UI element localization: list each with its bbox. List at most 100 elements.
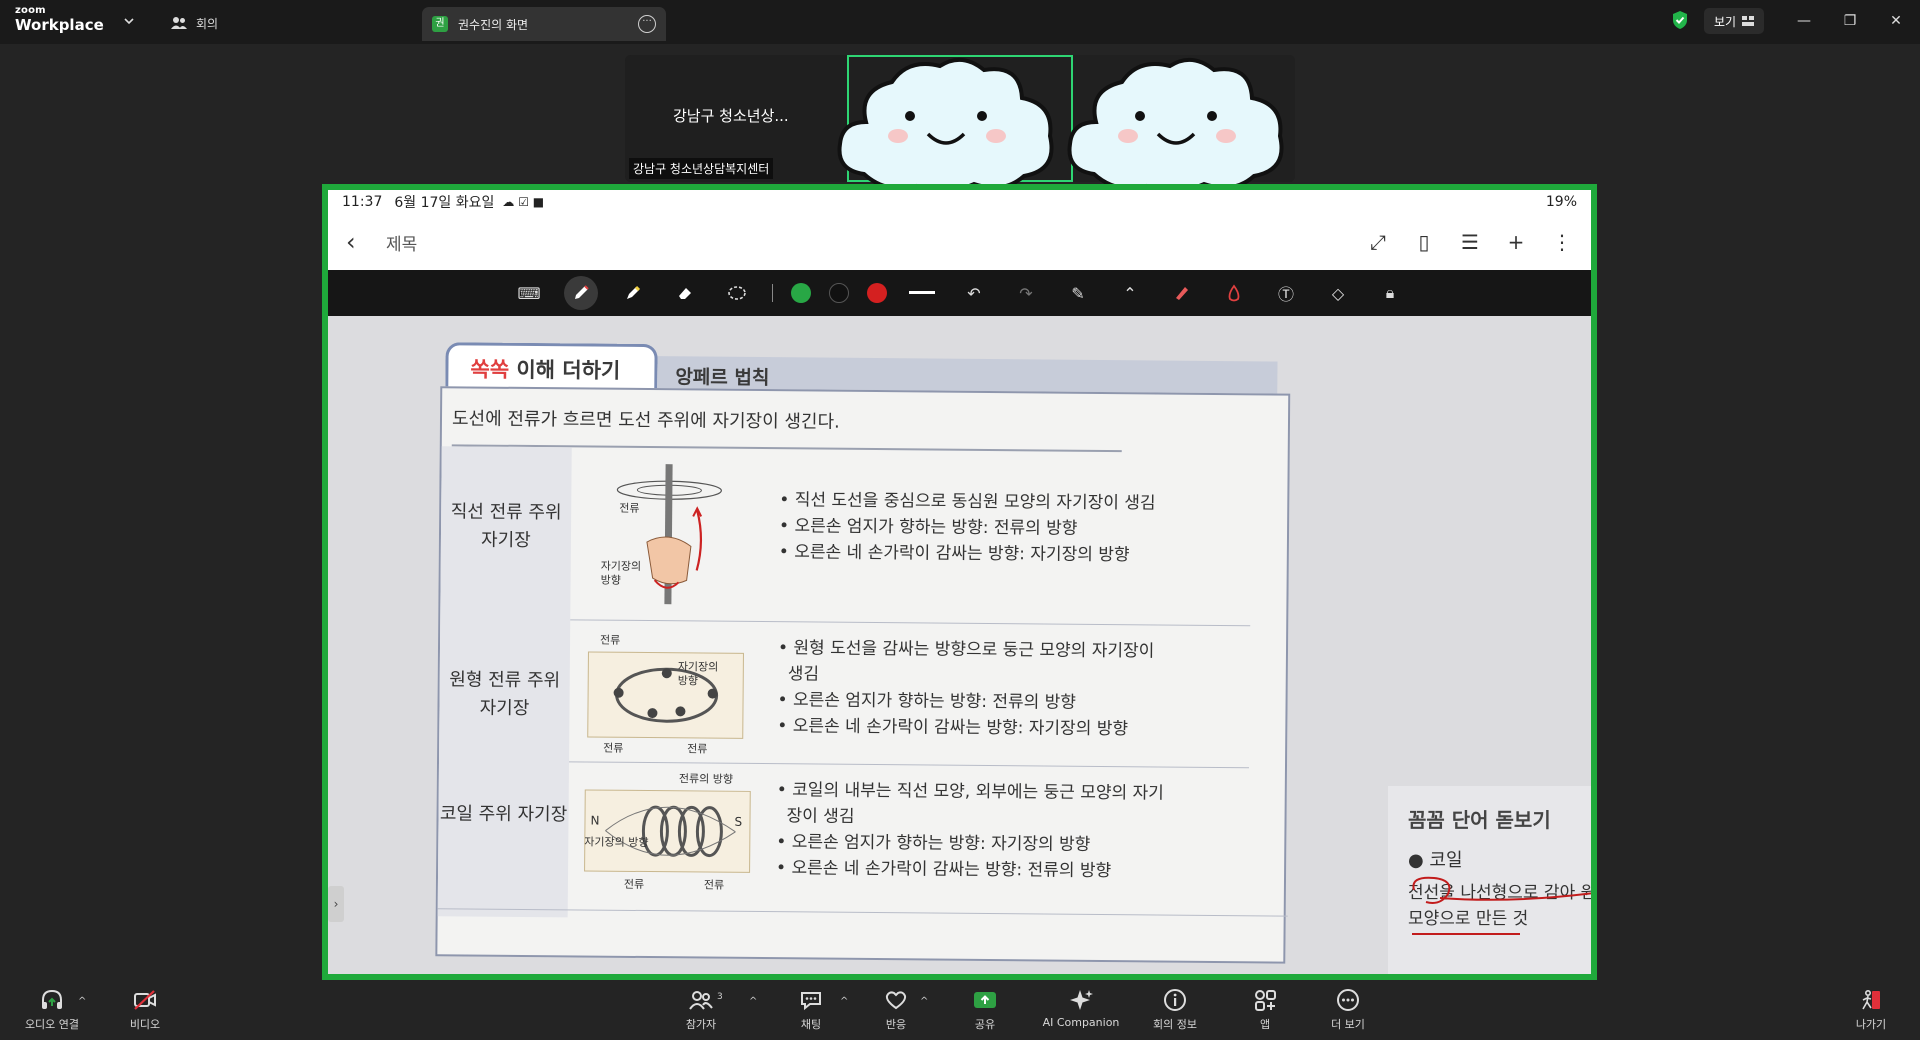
security-shield-icon[interactable] — [1671, 10, 1689, 30]
figure-label: 전류 — [600, 633, 621, 647]
share-label: 공유 — [974, 1018, 996, 1031]
apps-label: 앱 — [1259, 1018, 1271, 1031]
figure-label: 전류 — [687, 742, 708, 756]
shared-screen-view[interactable]: 11:37 6월 17일 화요일 ☁ ☑ ■ 19% ‹ 제목 ⤢ ▯ ☰ + … — [322, 184, 1597, 980]
participants-options-caret[interactable]: ^ — [749, 996, 757, 1007]
close-button[interactable]: ✕ — [1882, 8, 1910, 34]
section-tab-rest: 이해 더하기 — [508, 357, 621, 383]
tab-meeting-label: 회의 — [196, 16, 219, 31]
pen-toolbar: ⌨ ↶ ↷ ✎ ⌃ Ⓣ ◇ 🔒︎ — [328, 270, 1591, 316]
redo-icon[interactable]: ↷ — [1009, 276, 1043, 310]
expand-icon[interactable]: ⤢ — [1367, 231, 1389, 253]
brand-zoom: zoom — [15, 5, 46, 16]
audio-label: 오디오 연결 — [24, 1018, 80, 1031]
keyboard-icon[interactable]: ⌨ — [512, 276, 546, 310]
apps-icon — [1255, 990, 1276, 1011]
chevron-down-icon[interactable] — [122, 14, 136, 28]
desc-line: 장이 생김 — [786, 806, 855, 827]
color-black-swatch[interactable] — [829, 283, 849, 303]
view-button-label: 보기 — [1714, 14, 1737, 29]
desc-line: • 오른손 엄지가 향하는 방향: 전류의 방향 — [777, 690, 1077, 713]
reactions-button[interactable]: 반응 — [861, 988, 931, 1032]
brand-workplace: Workplace — [15, 16, 104, 34]
leave-button[interactable]: 나가기 — [1836, 988, 1906, 1032]
figure-label: 전류 — [603, 741, 624, 755]
ink-drop-icon[interactable] — [1217, 276, 1251, 310]
view-button[interactable]: 보기 — [1704, 8, 1765, 34]
chat-icon — [801, 992, 821, 1011]
tab-meeting[interactable]: 회의 — [170, 12, 218, 34]
heart-icon — [885, 991, 907, 1010]
pen-tool-icon[interactable] — [564, 276, 598, 310]
video-button[interactable]: 비디오 — [110, 988, 180, 1032]
video-tile-participant-1[interactable]: 강남구 청소년상... 강남구 청소년상담복지센터 — [625, 55, 847, 182]
audio-options-caret[interactable]: ^ — [78, 996, 86, 1007]
meeting-info-button[interactable]: 회의 정보 — [1140, 988, 1210, 1032]
lasso-icon[interactable] — [720, 276, 754, 310]
battery-level: 19% — [1545, 194, 1577, 210]
row-title-2: 원형 전류 주위 자기장 — [449, 669, 561, 720]
figure-label: 전류 — [703, 878, 725, 892]
eraser-icon[interactable] — [668, 276, 702, 310]
desc-line: • 원형 도선을 감싸는 방향으로 둥근 모양의 자기장이 — [777, 638, 1155, 662]
share-screen-button[interactable]: 공유 — [950, 988, 1020, 1032]
ai-companion-button[interactable]: AI Companion — [1033, 988, 1129, 1029]
apps-button[interactable]: 앱 — [1230, 988, 1300, 1032]
chat-options-caret[interactable]: ^ — [840, 996, 848, 1007]
figure-coil — [584, 789, 751, 873]
desc-line: • 오른손 엄지가 향하는 방향: 전류의 방향 — [778, 516, 1078, 539]
note-app-header: ‹ 제목 ⤢ ▯ ☰ + ⋮ — [328, 214, 1591, 270]
color-green-swatch[interactable] — [791, 283, 811, 303]
figure-straight-wire — [608, 460, 751, 611]
more-button[interactable]: 더 보기 — [1313, 988, 1383, 1032]
desc-line: 생김 — [787, 664, 820, 685]
figure-label: 자기장의 방향 — [677, 660, 719, 688]
undo-icon[interactable]: ↶ — [957, 276, 991, 310]
more-vertical-icon[interactable]: ⋮ — [1551, 231, 1573, 253]
participants-count: 3 — [717, 992, 723, 1002]
leave-icon — [1862, 989, 1880, 1010]
reactions-options-caret[interactable]: ^ — [920, 996, 928, 1007]
minimize-button[interactable]: — — [1790, 8, 1818, 34]
sharer-avatar-badge: 권 — [432, 16, 448, 32]
headphones-icon — [42, 989, 62, 1009]
red-ink-annotation — [1412, 876, 1591, 935]
leave-label: 나가기 — [1855, 1018, 1887, 1031]
text-box-icon[interactable]: Ⓣ — [1269, 276, 1303, 310]
participants-button[interactable]: 참가자 — [666, 988, 736, 1032]
tab-shared-screen[interactable]: 권 권수진의 화면 ··· — [422, 7, 666, 41]
zoom-workplace-logo[interactable]: zoom Workplace — [15, 6, 104, 33]
more-options-icon[interactable]: ··· — [638, 15, 656, 33]
pen-settings-icon[interactable]: ✎ — [1061, 276, 1095, 310]
row-3-description: • 코일의 내부는 직선 모양, 외부에는 둥근 모양의 자기 장이 생김 • … — [776, 777, 1164, 884]
stroke-width-icon[interactable] — [905, 276, 939, 310]
more-label: 더 보기 — [1331, 1018, 1365, 1031]
shapes-icon[interactable]: ◇ — [1321, 276, 1355, 310]
add-page-icon[interactable]: + — [1505, 231, 1527, 253]
audio-button[interactable]: 오디오 연결 — [16, 988, 88, 1032]
back-arrow-icon[interactable]: ‹ — [346, 228, 370, 256]
color-red-swatch[interactable] — [867, 283, 887, 303]
participants-label: 참가자 — [685, 1018, 717, 1031]
highlighter-icon[interactable] — [616, 276, 650, 310]
chat-button[interactable]: 채팅 — [776, 988, 846, 1032]
book-view-icon[interactable]: ▯ — [1413, 231, 1435, 253]
figure-label: 자기장의 방향 — [584, 835, 649, 850]
desc-line: • 오른손 네 손가락이 감싸는 방향: 자기장의 방향 — [778, 542, 1130, 566]
page-list-icon[interactable]: ☰ — [1459, 231, 1481, 253]
chat-label: 채팅 — [800, 1018, 822, 1031]
side-collapse-handle[interactable]: › — [328, 886, 344, 922]
restore-button[interactable]: ❐ — [1836, 8, 1864, 34]
red-marker-icon[interactable] — [1165, 276, 1199, 310]
lead-sentence: 도선에 전류가 흐르면 도선 주위에 자기장이 생긴다. — [451, 408, 840, 433]
vocabulary-header: 꼼꼼 단어 돋보기 — [1408, 808, 1551, 832]
shape-pen-icon[interactable]: ⌃ — [1113, 276, 1147, 310]
lock-icon[interactable]: 🔒︎ — [1373, 276, 1407, 310]
info-icon — [1164, 989, 1186, 1011]
meeting-info-label: 회의 정보 — [1153, 1018, 1197, 1031]
tablet-status-bar: 11:37 6월 17일 화요일 ☁ ☑ ■ 19% — [328, 190, 1591, 214]
desc-line: • 오른손 네 손가락이 감싸는 방향: 전류의 방향 — [776, 858, 1112, 882]
vocabulary-word: ● 코일 — [1408, 850, 1463, 871]
reactions-label: 반응 — [885, 1018, 907, 1031]
section-tab: 쏙쏙 이해 더하기 — [445, 342, 658, 391]
